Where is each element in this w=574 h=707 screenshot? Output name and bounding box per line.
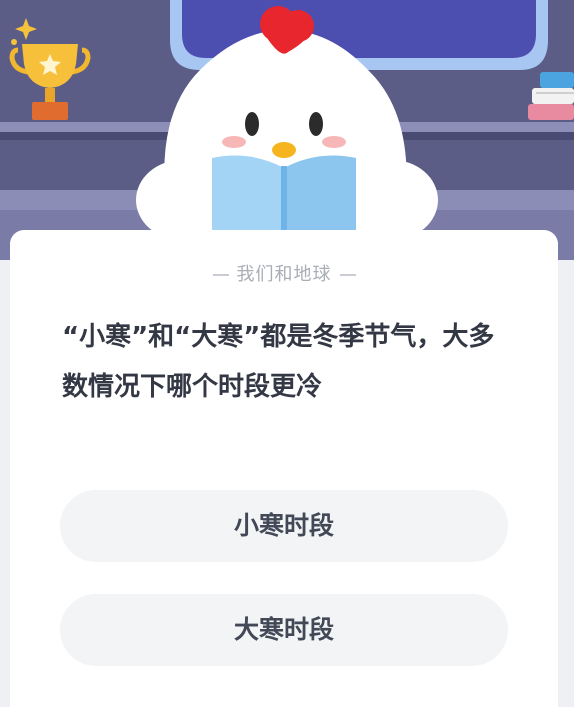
open-book-icon (212, 155, 356, 232)
left-dash (212, 274, 229, 276)
right-dash (339, 274, 356, 276)
category-label: 我们和地球 (10, 260, 558, 286)
header-illustration (0, 0, 574, 260)
question-card: 我们和地球 “小寒”和“大寒”都是冬季节气，大多数情况下哪个时段更冷 小寒时段 … (10, 230, 558, 707)
quiz-screen: 我们和地球 “小寒”和“大寒”都是冬季节气，大多数情况下哪个时段更冷 小寒时段 … (0, 0, 574, 707)
option-button-2[interactable]: 大寒时段 (60, 594, 508, 666)
category-text: 我们和地球 (236, 264, 332, 285)
question-text: “小寒”和“大寒”都是冬季节气，大多数情况下哪个时段更冷 (62, 322, 495, 402)
option-button-1[interactable]: 小寒时段 (60, 490, 508, 562)
